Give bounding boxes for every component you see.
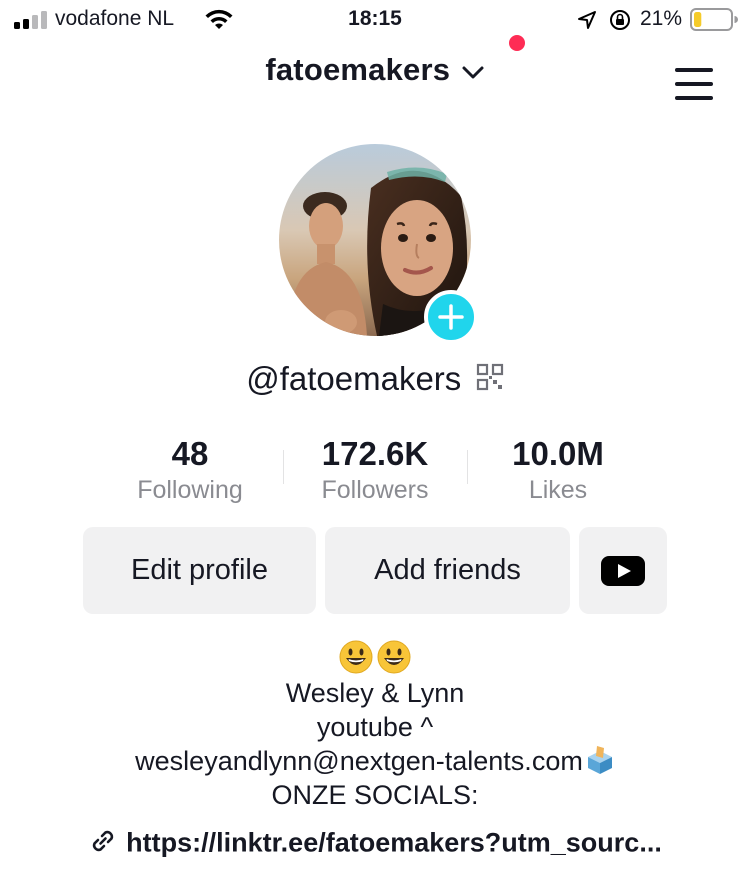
edit-profile-button[interactable]: Edit profile <box>83 527 316 614</box>
clock: 18:15 <box>348 7 402 30</box>
youtube-icon <box>601 555 645 586</box>
bio-line-socials: ONZE SOCIALS: <box>271 780 479 810</box>
battery-percent: 21% <box>640 7 683 30</box>
plus-icon <box>438 304 464 330</box>
bio-line-names: Wesley & Lynn <box>285 678 465 708</box>
followers-count: 172.6K <box>321 435 429 472</box>
battery-icon <box>690 8 738 31</box>
bio-emojis <box>0 640 750 676</box>
account-switcher[interactable]: fatoemakers <box>0 52 750 88</box>
bio-email: wesleyandlynn@nextgen-talents.com <box>135 746 583 776</box>
bio-line-youtube: youtube ^ <box>316 712 434 742</box>
likes-label: Likes <box>528 476 588 504</box>
location-arrow-icon <box>578 11 596 29</box>
bio-link-url: https://linktr.ee/fatoemakers?utm_sourc.… <box>126 827 662 858</box>
link-icon <box>93 830 114 852</box>
handle-row: @fatoemakers <box>0 360 750 398</box>
chevron-down-icon <box>462 66 484 79</box>
notification-dot <box>509 35 525 51</box>
followers-stat[interactable]: 172.6K Followers <box>275 436 475 506</box>
status-bar: vodafone NL 18:15 21% <box>0 0 750 40</box>
add-friends-button[interactable]: Add friends <box>325 527 570 614</box>
header-username: fatoemakers <box>265 52 451 87</box>
smiley-emoji-icon <box>339 640 373 674</box>
followers-label: Followers <box>321 476 429 504</box>
following-label: Following <box>137 476 243 504</box>
smiley-emoji-icon <box>377 640 411 674</box>
likes-count: 10.0M <box>512 435 604 472</box>
qr-code-icon[interactable] <box>476 363 504 391</box>
bio-link[interactable]: https://linktr.ee/fatoemakers?utm_sourc.… <box>0 826 750 858</box>
rotation-lock-icon <box>610 10 630 30</box>
ballot-box-emoji-icon <box>587 746 612 774</box>
bio-line-email: wesleyandlynn@nextgen-talents.com <box>0 744 750 778</box>
likes-stat[interactable]: 10.0M Likes <box>458 436 658 506</box>
following-count: 48 <box>171 435 209 472</box>
hamburger-menu-icon[interactable] <box>675 68 713 100</box>
youtube-button[interactable] <box>579 527 667 614</box>
add-avatar-button[interactable] <box>424 290 478 344</box>
following-stat[interactable]: 48 Following <box>90 436 290 506</box>
bio: Wesley & Lynn youtube ^ wesleyandlynn@ne… <box>0 640 750 812</box>
profile-handle: @fatoemakers <box>246 360 462 397</box>
